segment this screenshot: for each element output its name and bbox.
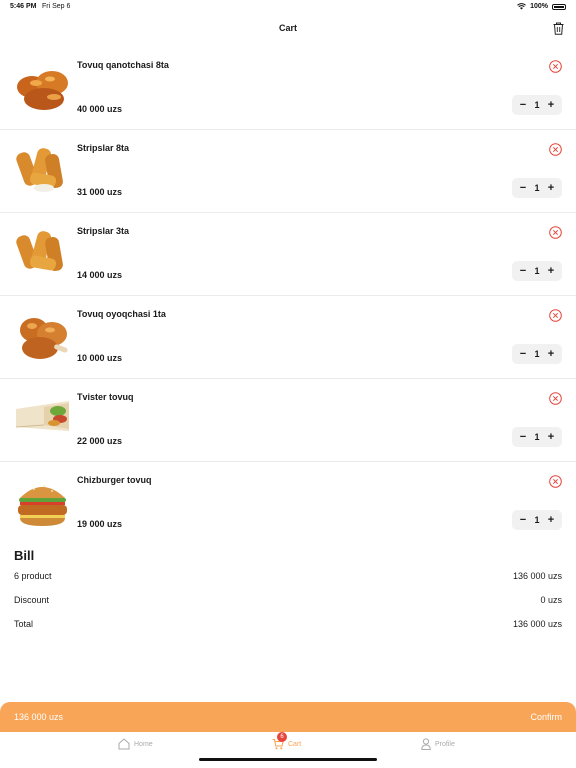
decrease-button[interactable]: − — [518, 95, 528, 115]
tab-home[interactable]: Home — [118, 738, 153, 750]
remove-item-icon[interactable] — [549, 309, 562, 322]
battery-percent: 100% — [530, 3, 548, 10]
status-bar: 5:46 PM Fri Sep 6 100% — [0, 0, 576, 14]
item-name: Tvister tovuq — [77, 392, 134, 402]
quantity-value: 1 — [534, 266, 540, 276]
tab-profile[interactable]: Profile — [421, 738, 455, 750]
tab-cart[interactable]: 6 Cart — [272, 732, 302, 750]
chicken-strips-image — [16, 231, 63, 272]
quantity-value: 1 — [534, 432, 540, 442]
cart-badge: 6 — [277, 732, 287, 742]
item-name: Tovuq qanotchasi 8ta — [77, 60, 169, 70]
item-price: 10 000 uzs — [77, 353, 123, 363]
quantity-value: 1 — [534, 349, 540, 359]
remove-item-icon[interactable] — [549, 392, 562, 405]
tab-bar: Home 6 Cart Profile — [0, 732, 576, 768]
cart-item: Chizburger tovuq 19 000 uzs − 1 + — [0, 462, 576, 545]
chicken-drumsticks-image — [20, 318, 68, 359]
bill-row-label: Discount — [14, 595, 50, 605]
home-icon — [118, 738, 130, 750]
quantity-value: 1 — [534, 515, 540, 525]
decrease-button[interactable]: − — [518, 344, 528, 364]
status-indicators: 100% — [517, 3, 566, 10]
cart-list: Tovuq qanotchasi 8ta 40 000 uzs − 1 + St… — [0, 47, 576, 545]
quantity-stepper: − 1 + — [512, 261, 562, 281]
item-price: 22 000 uzs — [77, 436, 123, 446]
remove-item-icon[interactable] — [549, 475, 562, 488]
remove-item-icon[interactable] — [549, 226, 562, 239]
page-title: Cart — [278, 23, 297, 33]
tab-label: Home — [134, 740, 153, 748]
increase-button[interactable]: + — [546, 178, 556, 198]
chicken-burger-image — [18, 485, 67, 526]
decrease-button[interactable]: − — [518, 427, 528, 447]
bill-title: Bill — [14, 548, 35, 563]
battery-icon — [552, 3, 566, 10]
quantity-stepper: − 1 + — [512, 178, 562, 198]
bill-row-label: 6 product — [14, 571, 52, 581]
wifi-icon — [517, 3, 526, 10]
cart-icon-wrap: 6 — [272, 732, 287, 750]
remove-item-icon[interactable] — [549, 143, 562, 156]
item-name: Tovuq oyoqchasi 1ta — [77, 309, 166, 319]
trash-icon — [553, 22, 563, 35]
increase-button[interactable]: + — [546, 261, 556, 281]
cart-item: Stripslar 3ta 14 000 uzs − 1 + — [0, 213, 576, 296]
fried-chicken-wings-image — [17, 71, 68, 110]
bill-row-products: 6 product 136 000 uzs — [14, 571, 562, 595]
increase-button[interactable]: + — [546, 95, 556, 115]
chicken-strips-image — [16, 148, 63, 192]
bill-section: Bill 6 product 136 000 uzs Discount 0 uz… — [14, 548, 562, 643]
quantity-stepper: − 1 + — [512, 344, 562, 364]
increase-button[interactable]: + — [546, 510, 556, 530]
header: Cart — [0, 14, 576, 44]
item-price: 19 000 uzs — [77, 519, 123, 529]
tab-label: Cart — [288, 740, 302, 748]
bill-row-value: 0 uzs — [540, 595, 562, 605]
cart-item: Tovuq oyoqchasi 1ta 10 000 uzs − 1 + — [0, 296, 576, 379]
decrease-button[interactable]: − — [518, 261, 528, 281]
remove-item-icon[interactable] — [549, 60, 562, 73]
item-name: Chizburger tovuq — [77, 475, 152, 485]
increase-button[interactable]: + — [546, 427, 556, 447]
chicken-twister-wrap-image — [15, 401, 69, 431]
person-icon — [421, 738, 431, 750]
clear-cart-button[interactable] — [550, 20, 566, 36]
home-indicator — [199, 758, 377, 761]
status-date: Fri Sep 6 — [42, 3, 71, 10]
bill-row-total: Total 136 000 uzs — [14, 619, 562, 643]
bill-row-discount: Discount 0 uzs — [14, 595, 562, 619]
decrease-button[interactable]: − — [518, 178, 528, 198]
cart-item: Tovuq qanotchasi 8ta 40 000 uzs − 1 + — [0, 47, 576, 130]
confirm-total: 136 000 uzs — [14, 712, 64, 722]
quantity-value: 1 — [534, 100, 540, 110]
confirm-bar: 136 000 uzs Confirm — [0, 702, 576, 732]
quantity-stepper: − 1 + — [512, 427, 562, 447]
item-name: Stripslar 3ta — [77, 226, 130, 236]
item-price: 14 000 uzs — [77, 270, 123, 280]
item-price: 40 000 uzs — [77, 104, 123, 114]
bill-row-value: 136 000 uzs — [512, 571, 562, 581]
status-time: 5:46 PM — [10, 3, 37, 10]
increase-button[interactable]: + — [546, 344, 556, 364]
tab-label: Profile — [435, 740, 455, 748]
decrease-button[interactable]: − — [518, 510, 528, 530]
cart-item: Stripslar 8ta 31 000 uzs − 1 + — [0, 130, 576, 213]
bill-row-label: Total — [14, 619, 34, 629]
quantity-value: 1 — [534, 183, 540, 193]
item-name: Stripslar 8ta — [77, 143, 130, 153]
bill-row-value: 136 000 uzs — [512, 619, 562, 629]
quantity-stepper: − 1 + — [512, 95, 562, 115]
item-price: 31 000 uzs — [77, 187, 123, 197]
quantity-stepper: − 1 + — [512, 510, 562, 530]
confirm-button[interactable]: Confirm — [530, 712, 562, 722]
cart-item: Tvister tovuq 22 000 uzs − 1 + — [0, 379, 576, 462]
